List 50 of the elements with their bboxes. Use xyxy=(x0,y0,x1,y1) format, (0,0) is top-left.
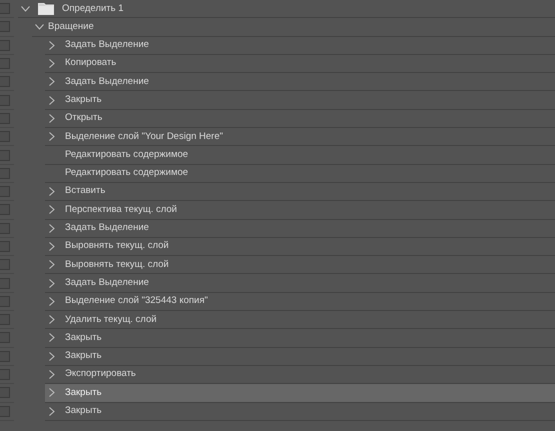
toggle-box[interactable] xyxy=(0,406,10,417)
action-name[interactable]: Вращение xyxy=(48,20,94,34)
command-name[interactable]: Задать Выделение xyxy=(65,276,149,290)
selected-row[interactable]: Закрыть xyxy=(45,384,555,403)
command-name[interactable]: Закрыть xyxy=(65,349,102,364)
toggle-box[interactable] xyxy=(0,350,10,362)
command-name[interactable]: Задать Выделение xyxy=(65,221,149,236)
command-name[interactable]: Открыть xyxy=(65,111,102,126)
toggle-box[interactable] xyxy=(0,131,10,142)
toggle-box[interactable] xyxy=(0,21,10,32)
command-name[interactable]: Задать Выделение xyxy=(65,74,149,89)
command-name[interactable]: Закрыть xyxy=(65,330,102,346)
toggle-box[interactable] xyxy=(0,369,10,380)
action-set-name[interactable]: Определить 1 xyxy=(62,2,124,16)
command-name[interactable]: Выделение слой "Your Design Here" xyxy=(65,130,223,144)
toggle-box[interactable] xyxy=(0,387,10,398)
toggle-box[interactable] xyxy=(0,40,10,51)
toggle-box[interactable] xyxy=(0,259,10,270)
toggle-box[interactable] xyxy=(0,58,10,70)
command-name[interactable]: Вставить xyxy=(65,184,106,199)
toggle-box[interactable] xyxy=(0,314,10,326)
command-name[interactable]: Выровнять текущ. слой xyxy=(65,239,169,254)
command-name[interactable]: Выделение слой "325443 копия" xyxy=(65,294,208,309)
command-name[interactable]: Копировать xyxy=(65,56,116,71)
toggle-box[interactable] xyxy=(0,186,10,198)
toggle-box[interactable] xyxy=(0,241,10,252)
command-name[interactable]: Редактировать содержимое xyxy=(65,148,188,162)
chevron-down-icon[interactable] xyxy=(20,6,30,12)
toggle-box[interactable] xyxy=(0,168,10,179)
command-name[interactable]: Перспектива текущ. слой xyxy=(65,202,177,218)
command-name[interactable]: Экспортировать xyxy=(65,367,136,382)
toggle-box[interactable] xyxy=(0,94,10,106)
toggle-box[interactable] xyxy=(0,278,10,289)
command-name[interactable]: Закрыть xyxy=(65,93,102,108)
toggle-box[interactable] xyxy=(0,332,10,344)
command-name[interactable]: Закрыть xyxy=(65,404,102,418)
toggle-box[interactable] xyxy=(0,222,10,234)
command-name[interactable]: Редактировать содержимое xyxy=(65,166,188,180)
toggle-box[interactable] xyxy=(0,204,10,216)
toggle-box[interactable] xyxy=(0,3,10,14)
toggle-box[interactable] xyxy=(0,76,10,88)
chevron-down-icon[interactable] xyxy=(34,24,44,30)
command-name[interactable]: Выровнять текущ. слой xyxy=(65,258,169,272)
command-name[interactable]: Закрыть xyxy=(65,386,102,400)
command-name[interactable]: Задать Выделение xyxy=(65,38,149,52)
folder-icon xyxy=(38,2,54,15)
toggle-box[interactable] xyxy=(0,296,10,307)
toggle-box[interactable] xyxy=(0,150,10,161)
command-name[interactable]: Удалить текущ. слой xyxy=(65,312,157,327)
toggle-box[interactable] xyxy=(0,112,10,124)
